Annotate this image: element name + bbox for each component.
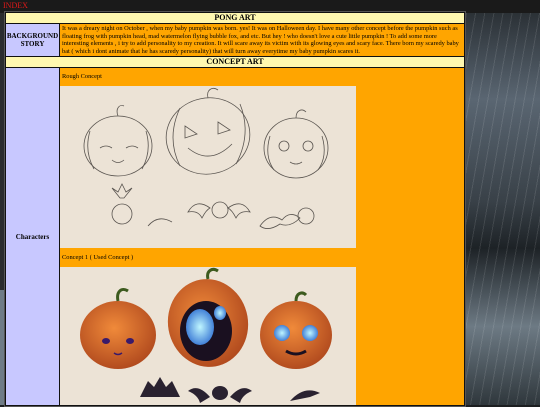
index-link[interactable]: INDEX (3, 1, 28, 10)
rain-background-right (466, 13, 540, 405)
concept-1-caption: Concept 1 ( Used Concept ) (62, 254, 134, 262)
page-title: PONG ART (6, 13, 464, 23)
concept-art-heading: CONCEPT ART (6, 57, 464, 68)
concept-content: Rough Concept Concept 1 (Used Concept) (60, 68, 464, 406)
rough-concept-caption: Rough Concept (62, 73, 102, 81)
characters-label: Characters (6, 68, 59, 406)
rough-concept-sketch-image (60, 86, 356, 249)
art-table: PONG ART BACKGROUND STORY It was a drear… (4, 11, 466, 407)
background-story-text: It was a dreary night on October , when … (60, 24, 464, 57)
background-story-label: BACKGROUND STORY (6, 24, 59, 57)
concept-1-render-image (60, 267, 356, 406)
